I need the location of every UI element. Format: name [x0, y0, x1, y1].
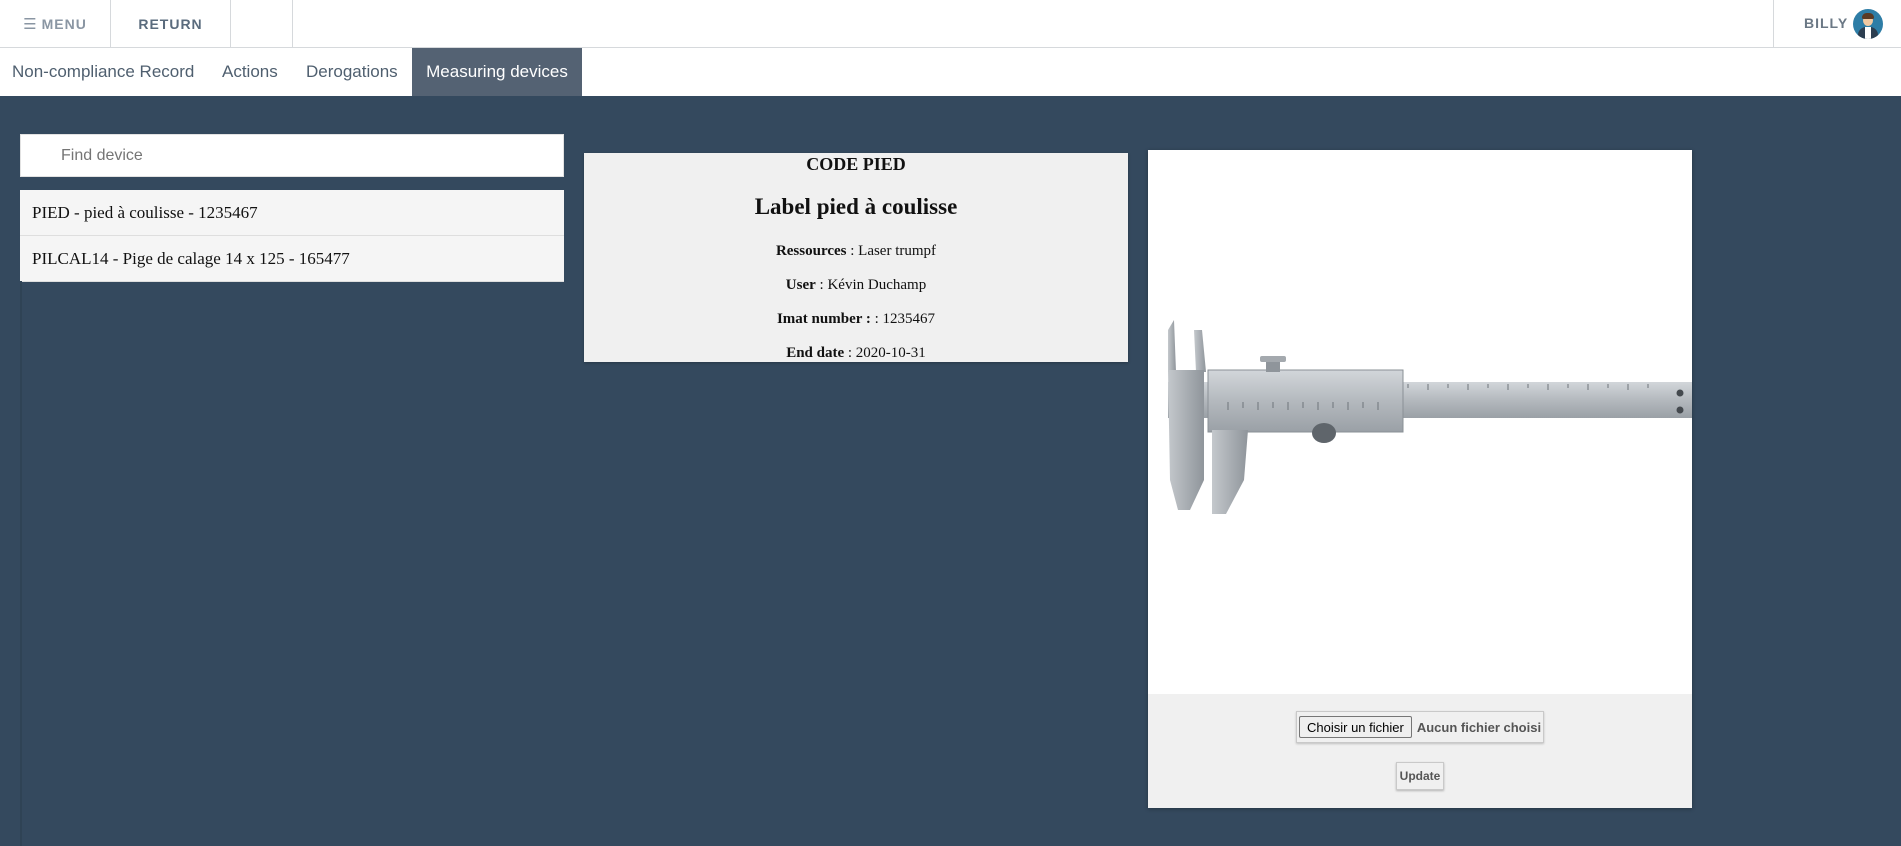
return-button[interactable]: RETURN — [111, 0, 231, 48]
list-item[interactable]: PILCAL14 - Pige de calage 14 x 125 - 165… — [20, 236, 564, 282]
top-bar: ☰ MENU RETURN BILLY — [0, 0, 1901, 48]
end-date-row: End date : 2020-10-31 — [584, 343, 1128, 363]
tab-non-compliance-record[interactable]: Non-compliance Record — [0, 48, 206, 96]
tab-actions[interactable]: Actions — [210, 48, 290, 96]
resources-label: Ressources — [775, 243, 847, 259]
user-name: BILLY — [1804, 15, 1849, 31]
resources-value: : Laser trumpf — [846, 243, 937, 259]
device-list: PIED - pied à coulisse - 1235467 PILCAL1… — [20, 190, 564, 282]
file-status: Aucun fichier choisi — [1416, 719, 1542, 735]
imat-label: Imat number : — [776, 311, 875, 327]
topbar-empty-slot — [231, 0, 293, 48]
device-detail-card: CODE PIED Label pied à coulisse Ressourc… — [584, 153, 1128, 362]
user-value: : Kévin Duchamp — [815, 277, 927, 293]
user-label: User — [785, 277, 816, 293]
device-image — [1148, 150, 1692, 694]
update-button[interactable]: Update — [1396, 762, 1444, 790]
search-input[interactable] — [21, 135, 563, 176]
file-input[interactable]: Choisir un fichier Aucun fichier choisi — [1296, 711, 1544, 743]
upload-footer: Choisir un fichier Aucun fichier choisi … — [1148, 694, 1692, 808]
tab-bar: Non-compliance Record Actions Derogation… — [0, 48, 1901, 96]
hamburger-icon: ☰ — [23, 16, 38, 33]
caliper-icon — [1168, 320, 1692, 514]
choose-file-button[interactable]: Choisir un fichier — [1299, 716, 1412, 738]
end-date-value: : 2020-10-31 — [844, 345, 926, 361]
avatar[interactable] — [1853, 9, 1884, 39]
resources-row: Ressources : Laser trumpf — [584, 241, 1128, 261]
imat-row: Imat number : : 1235467 — [584, 309, 1128, 329]
menu-button[interactable]: ☰ MENU — [0, 0, 111, 48]
imat-value: : 1235467 — [874, 311, 936, 327]
end-date-label: End date — [786, 345, 845, 361]
divider — [20, 281, 22, 846]
user-row: User : Kévin Duchamp — [584, 275, 1128, 295]
device-label: Label pied à coulisse — [754, 194, 958, 219]
tab-derogations[interactable]: Derogations — [294, 48, 410, 96]
list-item[interactable]: PIED - pied à coulisse - 1235467 — [20, 190, 564, 236]
search-box — [20, 134, 564, 177]
return-label: RETURN — [138, 16, 203, 32]
menu-label: MENU — [41, 16, 87, 32]
user-menu[interactable]: BILLY — [1773, 0, 1901, 48]
tab-measuring-devices[interactable]: Measuring devices — [412, 48, 582, 96]
device-code: CODE PIED — [806, 154, 906, 174]
device-image-panel: Choisir un fichier Aucun fichier choisi … — [1148, 150, 1692, 808]
